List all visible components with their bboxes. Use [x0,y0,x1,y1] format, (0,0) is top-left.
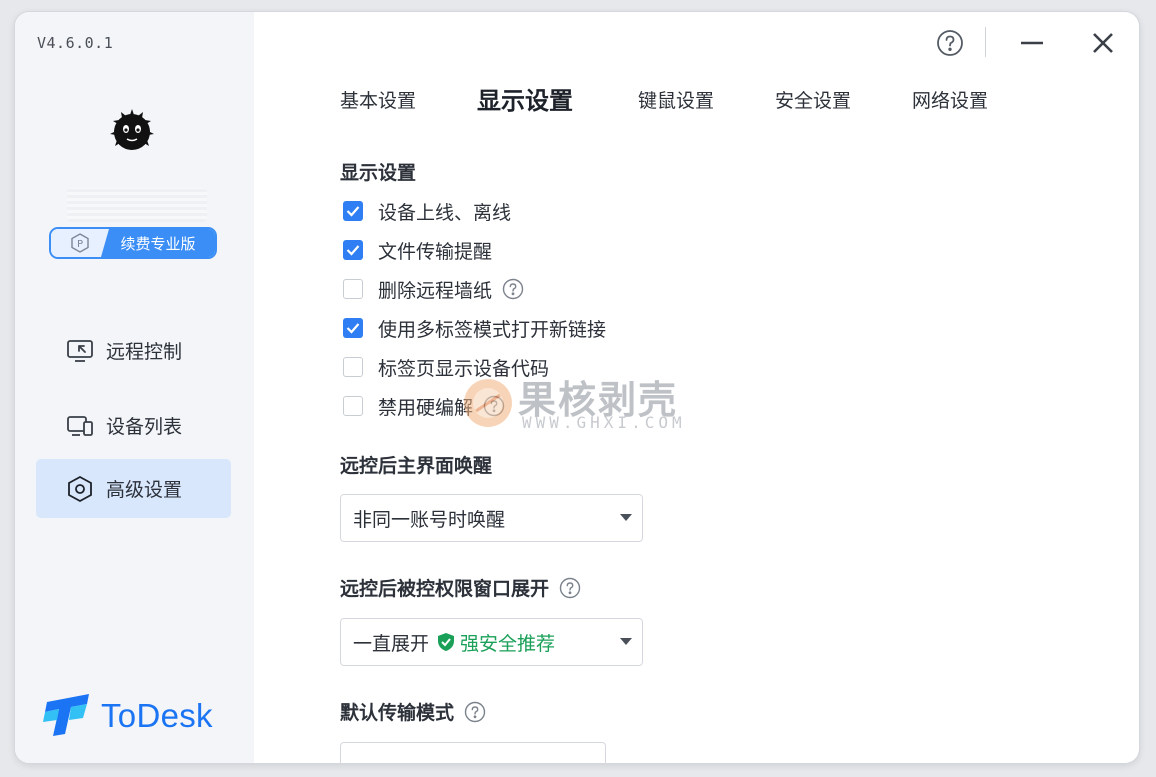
tab-network[interactable]: 网络设置 [912,84,988,118]
checkbox-unchecked[interactable] [343,357,363,377]
renew-pro-button[interactable]: P 续费专业版 [49,227,217,259]
option-device-online-offline: 设备上线、离线 [343,199,512,224]
checkbox-checked[interactable] [343,201,363,221]
option-file-transfer-reminder: 文件传输提醒 [343,238,493,263]
option-label: 禁用硬编解 [378,396,474,419]
caret-down-icon [620,514,632,521]
renew-label: 续费专业版 [101,229,215,257]
titlebar-divider [985,27,986,57]
brand-logo: ToDesk [43,692,213,740]
checkbox-checked[interactable] [343,318,363,338]
help-circle-icon[interactable] [464,701,486,723]
section-title-wake-main: 远控后主界面唤醒 [340,455,493,477]
sidebar: V4.6.0.1 P 续费专业版 远程控制 设备列表 高级设置 ToDesk [15,12,254,763]
section-title-expand-window: 远控后被控权限窗口展开 [340,574,581,601]
shield-check-icon [438,633,455,651]
hex-gear-icon [64,473,96,505]
help-circle-icon[interactable] [483,395,505,417]
tab-basic[interactable]: 基本设置 [340,84,416,118]
settings-window: V4.6.0.1 P 续费专业版 远程控制 设备列表 高级设置 ToDesk 基… [15,12,1139,763]
section-title-transfer-mode: 默认传输模式 [340,698,486,725]
tab-keyboard-mouse[interactable]: 键鼠设置 [638,84,714,118]
checkbox-checked[interactable] [343,240,363,260]
close-icon[interactable] [1088,28,1118,58]
option-disable-hardware-decode: 禁用硬编解 [343,394,505,419]
monitor-remote-icon [64,335,96,367]
section-title-text: 远控后被控权限窗口展开 [340,578,550,600]
tab-display[interactable]: 显示设置 [477,84,573,118]
option-multi-tab-mode: 使用多标签模式打开新链接 [343,316,607,341]
expand-window-select[interactable]: 一直展开 强安全推荐 [340,618,643,666]
help-circle-icon[interactable] [559,577,581,599]
safe-tag-label: 强安全推荐 [460,632,556,655]
sidebar-item-remote-control[interactable]: 远程控制 [36,321,231,380]
help-circle-icon[interactable] [502,278,524,300]
section-title-display: 显示设置 [340,162,417,184]
section-title-text: 默认传输模式 [340,702,455,724]
user-name-blurred [67,188,207,222]
option-label: 标签页显示设备代码 [378,357,550,380]
pro-badge-icon: P [51,229,109,257]
wake-main-select[interactable]: 非同一账号时唤醒 [340,494,643,542]
watermark-url: WWW.GHXI.COM [522,413,686,432]
sidebar-item-label: 设备列表 [106,416,183,438]
devices-icon [64,410,96,442]
option-tab-show-device-code: 标签页显示设备代码 [343,355,550,380]
sidebar-item-device-list[interactable]: 设备列表 [36,396,231,455]
sidebar-item-label: 远程控制 [106,341,183,363]
option-label: 删除远程墙纸 [378,279,493,302]
transfer-mode-select[interactable] [340,742,606,763]
todesk-logo-icon [43,692,93,740]
safe-recommend-tag: 强安全推荐 [437,629,555,656]
help-circle-icon[interactable] [935,28,965,58]
caret-down-icon [620,638,632,645]
sidebar-item-advanced-settings[interactable]: 高级设置 [36,459,231,518]
option-label: 文件传输提醒 [378,240,493,263]
sidebar-item-label: 高级设置 [106,479,183,501]
checkbox-unchecked[interactable] [343,279,363,299]
svg-text:P: P [77,239,83,250]
minimize-icon[interactable] [1017,28,1047,58]
brand-name: ToDesk [101,697,213,734]
version-label: V4.6.0.1 [37,34,114,52]
tab-security[interactable]: 安全设置 [775,84,851,118]
option-label: 使用多标签模式打开新链接 [378,318,607,341]
select-value: 一直展开 [353,632,430,655]
avatar[interactable] [107,106,157,156]
option-label: 设备上线、离线 [378,201,512,224]
checkbox-unchecked[interactable] [343,396,363,416]
select-value: 非同一账号时唤醒 [353,508,506,531]
option-remove-remote-wallpaper: 删除远程墙纸 [343,277,524,302]
